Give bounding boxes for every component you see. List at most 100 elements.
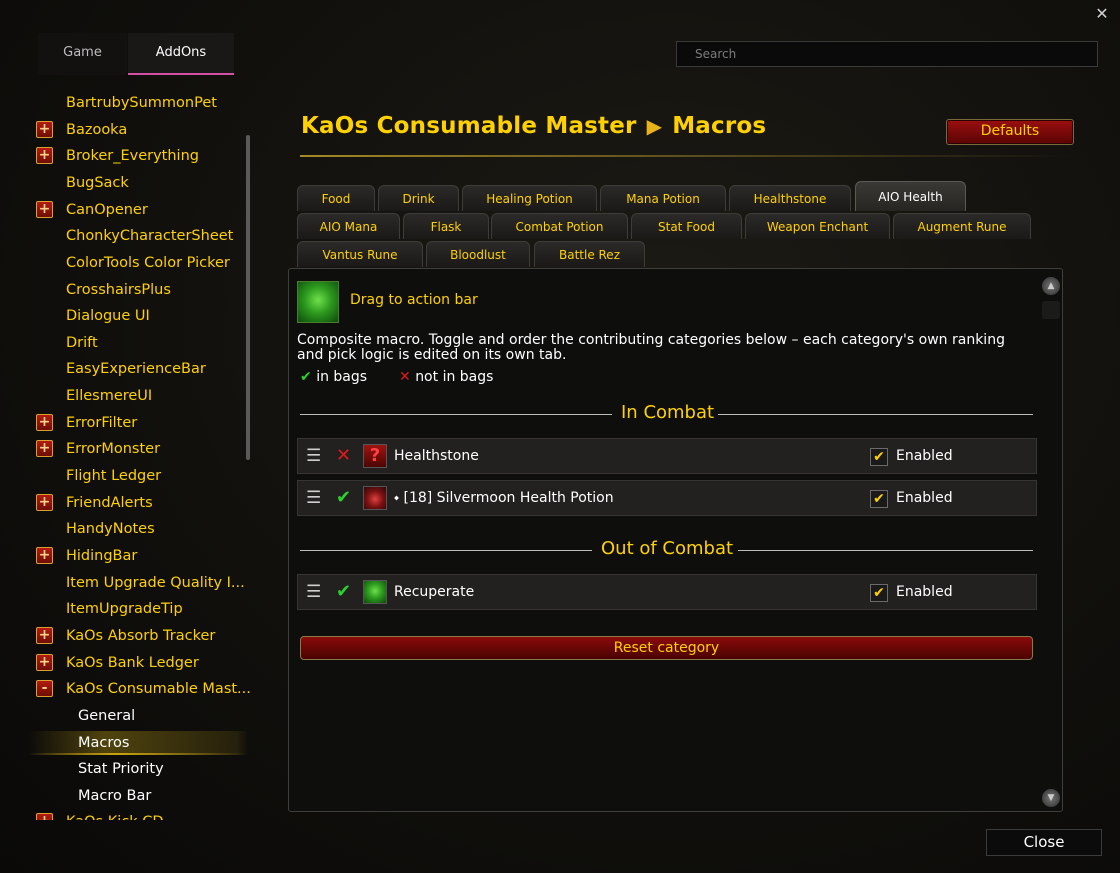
tab-augment-rune[interactable]: Augment Rune: [893, 213, 1031, 239]
checkmark-icon: ✔: [336, 581, 352, 602]
sidebar-item[interactable]: EasyExperienceBar: [28, 357, 248, 381]
scroll-up-icon[interactable]: ▲: [1042, 277, 1060, 295]
close-button[interactable]: Close: [986, 829, 1102, 856]
sidebar-child-macros[interactable]: Macros: [28, 731, 248, 755]
sidebar-item[interactable]: ItemUpgradeTip: [28, 597, 248, 621]
sidebar-item[interactable]: EllesmereUI: [28, 384, 248, 408]
section-divider: [718, 414, 1033, 415]
sidebar-item[interactable]: + Broker_Everything: [28, 144, 248, 168]
tab-aio-health[interactable]: AIO Health: [855, 181, 966, 211]
healthstone-icon: ?: [363, 444, 387, 468]
sidebar-item[interactable]: + HidingBar: [28, 544, 248, 568]
sidebar-item[interactable]: + ErrorMonster: [28, 437, 248, 461]
expand-plus-icon[interactable]: +: [36, 547, 53, 564]
drag-handle-icon[interactable]: ☰: [306, 448, 326, 465]
drag-handle-icon[interactable]: ☰: [306, 490, 326, 507]
scroll-down-icon[interactable]: ▼: [1042, 789, 1060, 807]
drag-handle-icon[interactable]: ☰: [306, 584, 326, 601]
sidebar-item[interactable]: ColorTools Color Picker: [28, 251, 248, 275]
enabled-checkbox[interactable]: ✔: [870, 584, 888, 602]
tab-addons[interactable]: AddOns: [128, 33, 234, 75]
tab-weapon-enchant[interactable]: Weapon Enchant: [745, 213, 890, 239]
reset-category-button[interactable]: Reset category: [300, 636, 1033, 660]
enabled-checkbox[interactable]: ✔: [870, 490, 888, 508]
enabled-checkbox[interactable]: ✔: [870, 448, 888, 466]
item-name: ⬩ [18] Silvermoon Health Potion: [394, 490, 614, 506]
legend-in-bags: ✔ in bags: [300, 369, 367, 385]
sidebar-item[interactable]: BugSack: [28, 171, 248, 195]
checkmark-icon: ✔: [336, 487, 352, 508]
list-item[interactable]: ☰ ✔ Recuperate ✔ Enabled: [297, 574, 1037, 610]
tab-vantus-rune[interactable]: Vantus Rune: [297, 241, 423, 267]
tab-healing-potion[interactable]: Healing Potion: [462, 185, 597, 211]
tab-combat-potion[interactable]: Combat Potion: [491, 213, 628, 239]
sidebar-item[interactable]: + KaOs Absorb Tracker: [28, 624, 248, 648]
sidebar-item-label: KaOs Kick CD: [66, 810, 164, 820]
sidebar-item-label: ErrorFilter: [66, 415, 138, 431]
scrollbar-thumb[interactable]: [1042, 301, 1060, 319]
expand-plus-icon[interactable]: +: [36, 201, 53, 218]
window-close-icon[interactable]: ✕: [1092, 4, 1112, 24]
expand-plus-icon[interactable]: +: [36, 627, 53, 644]
sidebar-item[interactable]: ChonkyCharacterSheet: [28, 224, 248, 248]
checkmark-icon: ✔: [300, 369, 312, 385]
sidebar-item-label: EasyExperienceBar: [66, 361, 206, 377]
sidebar-item[interactable]: + FriendAlerts: [28, 491, 248, 515]
sidebar-item[interactable]: + CanOpener: [28, 198, 248, 222]
sidebar-item[interactable]: BartrubySummonPet: [28, 91, 248, 115]
list-item[interactable]: ☰ ✕ ? Healthstone ✔ Enabled: [297, 438, 1037, 474]
expand-plus-icon[interactable]: +: [36, 121, 53, 138]
expand-plus-icon[interactable]: +: [36, 813, 53, 820]
sidebar-item[interactable]: - KaOs Consumable Mast...: [28, 677, 251, 701]
sidebar-item[interactable]: HandyNotes: [28, 517, 248, 541]
tab-drink[interactable]: Drink: [378, 185, 459, 211]
tab-flask[interactable]: Flask: [403, 213, 489, 239]
sidebar-item-label: EllesmereUI: [66, 388, 153, 404]
macro-leaf-icon[interactable]: [297, 281, 339, 323]
sidebar-child-macro-bar[interactable]: Macro Bar: [28, 784, 248, 808]
defaults-button[interactable]: Defaults: [946, 119, 1074, 145]
tab-aio-mana[interactable]: AIO Mana: [297, 213, 400, 239]
tab-healthstone[interactable]: Healthstone: [729, 185, 851, 211]
sidebar-item[interactable]: + ErrorFilter: [28, 411, 248, 435]
sidebar-child-stat-priority[interactable]: Stat Priority: [28, 757, 248, 781]
tab-food[interactable]: Food: [297, 185, 375, 211]
section-divider: [738, 550, 1033, 551]
sidebar-item[interactable]: Item Upgrade Quality I...: [28, 571, 248, 595]
tab-battle-rez[interactable]: Battle Rez: [534, 241, 645, 267]
sidebar-item-label: Dialogue UI: [66, 308, 150, 324]
tab-game[interactable]: Game: [38, 33, 127, 75]
tab-mana-potion[interactable]: Mana Potion: [600, 185, 726, 211]
breadcrumb-arrow-icon: ▶: [646, 114, 663, 138]
sidebar-item-label: ItemUpgradeTip: [66, 601, 183, 617]
potion-icon: [363, 486, 387, 510]
sidebar-item[interactable]: + Bazooka: [28, 118, 248, 142]
page-subtitle: Macros: [672, 113, 767, 139]
expand-plus-icon[interactable]: +: [36, 654, 53, 671]
search-input[interactable]: Search: [676, 41, 1098, 67]
expand-plus-icon[interactable]: +: [36, 440, 53, 457]
tab-bloodlust[interactable]: Bloodlust: [426, 241, 530, 267]
macro-description: Composite macro. Toggle and order the co…: [297, 332, 1005, 363]
collapse-minus-icon[interactable]: -: [36, 680, 53, 697]
expand-plus-icon[interactable]: +: [36, 147, 53, 164]
expand-plus-icon[interactable]: +: [36, 494, 53, 511]
addon-list: BartrubySummonPet + Bazooka + Broker_Every…: [28, 90, 254, 820]
tab-stat-food[interactable]: Stat Food: [631, 213, 742, 239]
sidebar-item[interactable]: Drift: [28, 331, 248, 355]
sidebar-item-label: KaOs Absorb Tracker: [66, 628, 216, 644]
sidebar-child-general[interactable]: General: [28, 704, 248, 728]
sidebar-item[interactable]: + KaOs Kick CD: [28, 810, 248, 820]
sidebar-item[interactable]: CrosshairsPlus: [28, 278, 248, 302]
sidebar-scrollbar[interactable]: [246, 135, 250, 460]
item-name: Recuperate: [394, 584, 475, 600]
sidebar-item-label: KaOs Bank Ledger: [66, 655, 199, 671]
sidebar-item[interactable]: Dialogue UI: [28, 304, 248, 328]
enabled-label: Enabled: [896, 490, 953, 506]
section-title: In Combat: [621, 402, 715, 423]
sidebar-item[interactable]: + KaOs Bank Ledger: [28, 651, 248, 675]
sidebar-item[interactable]: Flight Ledger: [28, 464, 248, 488]
list-item[interactable]: ☰ ✔ ⬩ [18] Silvermoon Health Potion ✔ En…: [297, 480, 1037, 516]
sidebar-item-label: CrosshairsPlus: [66, 282, 171, 298]
expand-plus-icon[interactable]: +: [36, 414, 53, 431]
